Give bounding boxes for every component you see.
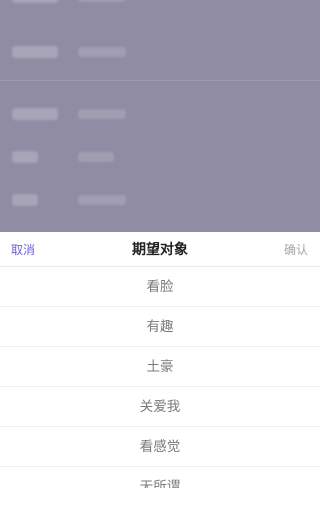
sheet-header: 取消 期望对象 确认 <box>0 232 320 267</box>
background-form <box>0 0 320 232</box>
cancel-button[interactable]: 取消 <box>11 241 35 258</box>
background-row-value <box>78 0 126 2</box>
background-row-label <box>12 0 58 3</box>
option-list: 看脸 有趣 土豪 关爱我 看感觉 无所谓 <box>0 267 320 507</box>
background-row <box>0 33 320 73</box>
sheet-title: 期望对象 <box>132 242 188 258</box>
background-row-label <box>12 108 58 120</box>
option-item[interactable]: 有趣 <box>0 307 320 347</box>
background-row-value <box>78 195 126 205</box>
confirm-button[interactable]: 确认 <box>284 241 308 258</box>
option-item[interactable]: 土豪 <box>0 347 320 387</box>
option-item[interactable]: 关爱我 <box>0 387 320 427</box>
background-row-value <box>78 152 114 162</box>
background-row-value <box>78 47 126 57</box>
background-divider <box>0 80 320 81</box>
background-row <box>0 95 320 135</box>
background-row <box>0 0 320 18</box>
background-row-label <box>12 46 58 58</box>
background-row-value <box>78 109 126 119</box>
background-row <box>0 138 320 178</box>
sheet-bottom-mask <box>0 488 320 512</box>
option-item[interactable]: 看脸 <box>0 267 320 307</box>
option-item[interactable]: 看感觉 <box>0 427 320 467</box>
background-row-label <box>12 194 38 206</box>
option-picker-sheet: 取消 期望对象 确认 看脸 有趣 土豪 关爱我 看感觉 无所谓 <box>0 232 320 512</box>
background-row-label <box>12 151 38 163</box>
background-row <box>0 181 320 221</box>
